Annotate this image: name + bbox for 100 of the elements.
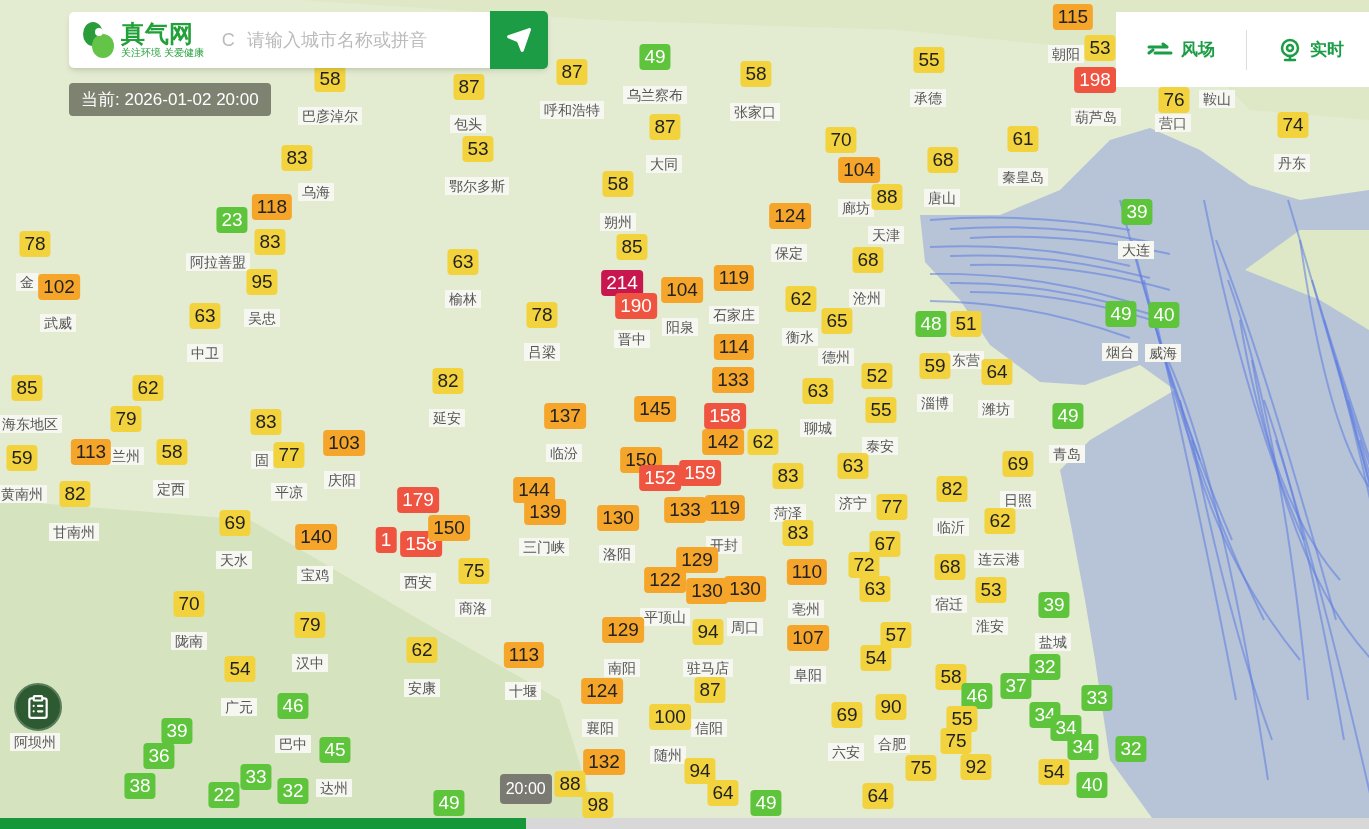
aqi-marker[interactable]: 129: [602, 617, 644, 643]
aqi-marker[interactable]: 110: [786, 559, 828, 585]
aqi-marker[interactable]: 102: [38, 274, 80, 300]
aqi-marker[interactable]: 75: [458, 558, 490, 584]
aqi-marker[interactable]: 122: [644, 567, 686, 593]
aqi-marker[interactable]: 63: [189, 303, 221, 329]
aqi-marker[interactable]: 83: [782, 520, 814, 546]
aqi-marker[interactable]: 64: [707, 780, 739, 806]
aqi-marker[interactable]: 77: [876, 494, 908, 520]
aqi-marker[interactable]: 90: [875, 694, 907, 720]
aqi-marker[interactable]: 75: [940, 728, 972, 754]
aqi-marker[interactable]: 70: [173, 591, 205, 617]
aqi-marker[interactable]: 62: [984, 508, 1016, 534]
aqi-marker[interactable]: 62: [132, 375, 164, 401]
aqi-marker[interactable]: 104: [838, 157, 880, 183]
aqi-marker[interactable]: 72: [848, 552, 880, 578]
aqi-marker[interactable]: 124: [581, 678, 623, 704]
aqi-marker[interactable]: 54: [1038, 759, 1070, 785]
aqi-marker[interactable]: 78: [19, 231, 51, 257]
aqi-marker[interactable]: 115: [1052, 4, 1094, 30]
aqi-marker[interactable]: 82: [432, 368, 464, 394]
aqi-marker[interactable]: 59: [919, 353, 951, 379]
aqi-marker[interactable]: 133: [712, 367, 754, 393]
aqi-marker[interactable]: 62: [785, 286, 817, 312]
aqi-marker[interactable]: 214: [601, 270, 643, 296]
aqi-marker[interactable]: 58: [740, 61, 772, 87]
aqi-marker[interactable]: 74: [1277, 112, 1309, 138]
aqi-marker[interactable]: 92: [960, 754, 992, 780]
aqi-marker[interactable]: 68: [927, 147, 959, 173]
aqi-marker[interactable]: 79: [110, 406, 142, 432]
aqi-marker[interactable]: 69: [831, 702, 863, 728]
aqi-marker[interactable]: 104: [661, 277, 703, 303]
aqi-marker[interactable]: 58: [935, 664, 967, 690]
aqi-marker[interactable]: 54: [224, 656, 256, 682]
search-box[interactable]: 真气网 关注环境 关爱健康 C 请输入城市名称或拼音: [69, 12, 548, 68]
aqi-marker[interactable]: 69: [1002, 451, 1034, 477]
aqi-marker[interactable]: 129: [676, 547, 718, 573]
aqi-marker[interactable]: 63: [859, 576, 891, 602]
aqi-marker[interactable]: 53: [975, 577, 1007, 603]
aqi-marker[interactable]: 83: [772, 463, 804, 489]
aqi-marker[interactable]: 119: [704, 495, 746, 521]
aqi-marker[interactable]: 68: [934, 554, 966, 580]
aqi-marker[interactable]: 118: [251, 194, 293, 220]
aqi-marker[interactable]: 94: [692, 619, 724, 645]
aqi-marker[interactable]: 83: [254, 229, 286, 255]
aqi-marker[interactable]: 70: [825, 127, 857, 153]
send-button[interactable]: [490, 11, 548, 69]
aqi-marker[interactable]: 51: [950, 311, 982, 337]
search-field[interactable]: 请输入城市名称或拼音: [246, 12, 490, 68]
aqi-marker[interactable]: 83: [281, 145, 313, 171]
aqi-marker[interactable]: 98: [582, 792, 614, 818]
aqi-marker[interactable]: 100: [649, 704, 691, 730]
aqi-marker[interactable]: 140: [295, 524, 337, 550]
aqi-marker[interactable]: 130: [686, 578, 728, 604]
aqi-marker[interactable]: 139: [524, 499, 566, 525]
aqi-marker[interactable]: 75: [905, 755, 937, 781]
aqi-marker[interactable]: 132: [583, 749, 625, 775]
aqi-marker[interactable]: 103: [323, 430, 365, 456]
aqi-marker[interactable]: 95: [246, 269, 278, 295]
aqi-marker[interactable]: 94: [684, 758, 716, 784]
aqi-marker[interactable]: 63: [837, 453, 869, 479]
aqi-marker[interactable]: 119: [713, 265, 755, 291]
aqi-marker[interactable]: 69: [219, 510, 251, 536]
aqi-marker[interactable]: 113: [70, 439, 112, 465]
timeline-track[interactable]: [0, 818, 1369, 829]
aqi-marker[interactable]: 77: [273, 442, 305, 468]
aqi-marker[interactable]: 62: [747, 429, 779, 455]
aqi-marker[interactable]: 55: [913, 47, 945, 73]
aqi-marker[interactable]: 52: [861, 363, 893, 389]
aqi-marker[interactable]: 130: [597, 505, 639, 531]
time-bubble[interactable]: 20:00: [499, 774, 552, 804]
aqi-marker[interactable]: 67: [869, 531, 901, 557]
aqi-marker[interactable]: 76: [1158, 87, 1190, 113]
aqi-marker[interactable]: 87: [453, 74, 485, 100]
aqi-marker[interactable]: 88: [554, 771, 586, 797]
aqi-marker[interactable]: 57: [880, 622, 912, 648]
aqi-marker[interactable]: 82: [936, 476, 968, 502]
aqi-marker[interactable]: 107: [787, 625, 829, 651]
aqi-marker[interactable]: 113: [503, 642, 545, 668]
aqi-marker[interactable]: 54: [860, 645, 892, 671]
aqi-marker[interactable]: 62: [406, 637, 438, 663]
aqi-marker[interactable]: 82: [59, 481, 91, 507]
aqi-marker[interactable]: 59: [6, 445, 38, 471]
aqi-marker[interactable]: 85: [11, 375, 43, 401]
aqi-marker[interactable]: 63: [447, 249, 479, 275]
aqi-marker[interactable]: 85: [616, 234, 648, 260]
aqi-marker[interactable]: 53: [1084, 35, 1116, 61]
aqi-marker[interactable]: 130: [724, 576, 766, 602]
aqi-marker[interactable]: 88: [871, 184, 903, 210]
aqi-marker[interactable]: 133: [664, 497, 706, 523]
aqi-marker[interactable]: 61: [1007, 126, 1039, 152]
aqi-marker[interactable]: 145: [634, 396, 676, 422]
aqi-marker[interactable]: 83: [250, 409, 282, 435]
aqi-marker[interactable]: 58: [156, 439, 188, 465]
aqi-marker[interactable]: 63: [802, 378, 834, 404]
wind-toggle[interactable]: 风场: [1116, 36, 1246, 63]
aqi-marker[interactable]: 114: [713, 334, 755, 360]
aqi-marker[interactable]: 58: [314, 66, 346, 92]
live-toggle[interactable]: 实时: [1246, 36, 1369, 63]
aqi-marker[interactable]: 55: [865, 397, 897, 423]
